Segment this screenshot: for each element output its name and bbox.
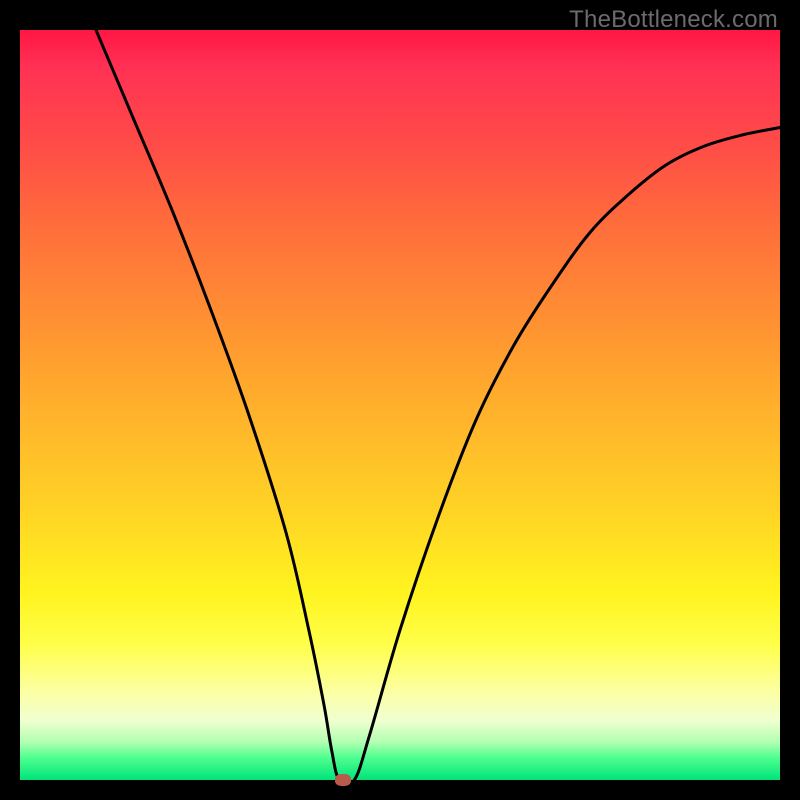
chart-container: TheBottleneck.com xyxy=(0,0,800,800)
optimal-point-marker xyxy=(335,774,351,786)
curve-svg xyxy=(20,30,780,780)
plot-area xyxy=(20,30,780,780)
bottleneck-curve xyxy=(96,30,780,780)
